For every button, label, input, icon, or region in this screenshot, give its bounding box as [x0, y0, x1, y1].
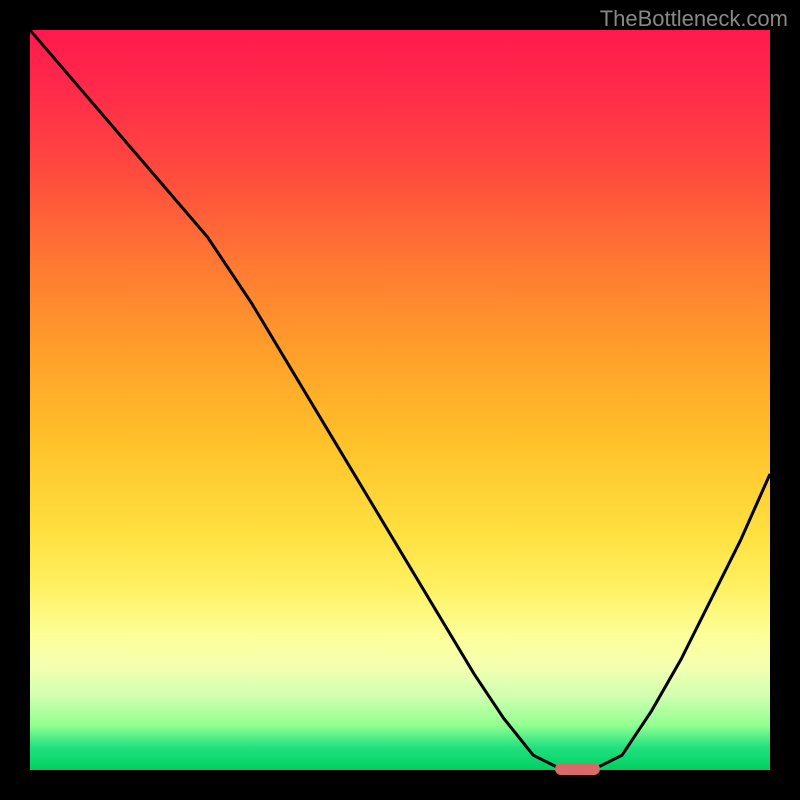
watermark-text: TheBottleneck.com: [600, 6, 788, 32]
bottleneck-curve: [30, 30, 770, 770]
optimal-range-marker: [555, 763, 599, 775]
chart-plot-area: [30, 30, 770, 770]
